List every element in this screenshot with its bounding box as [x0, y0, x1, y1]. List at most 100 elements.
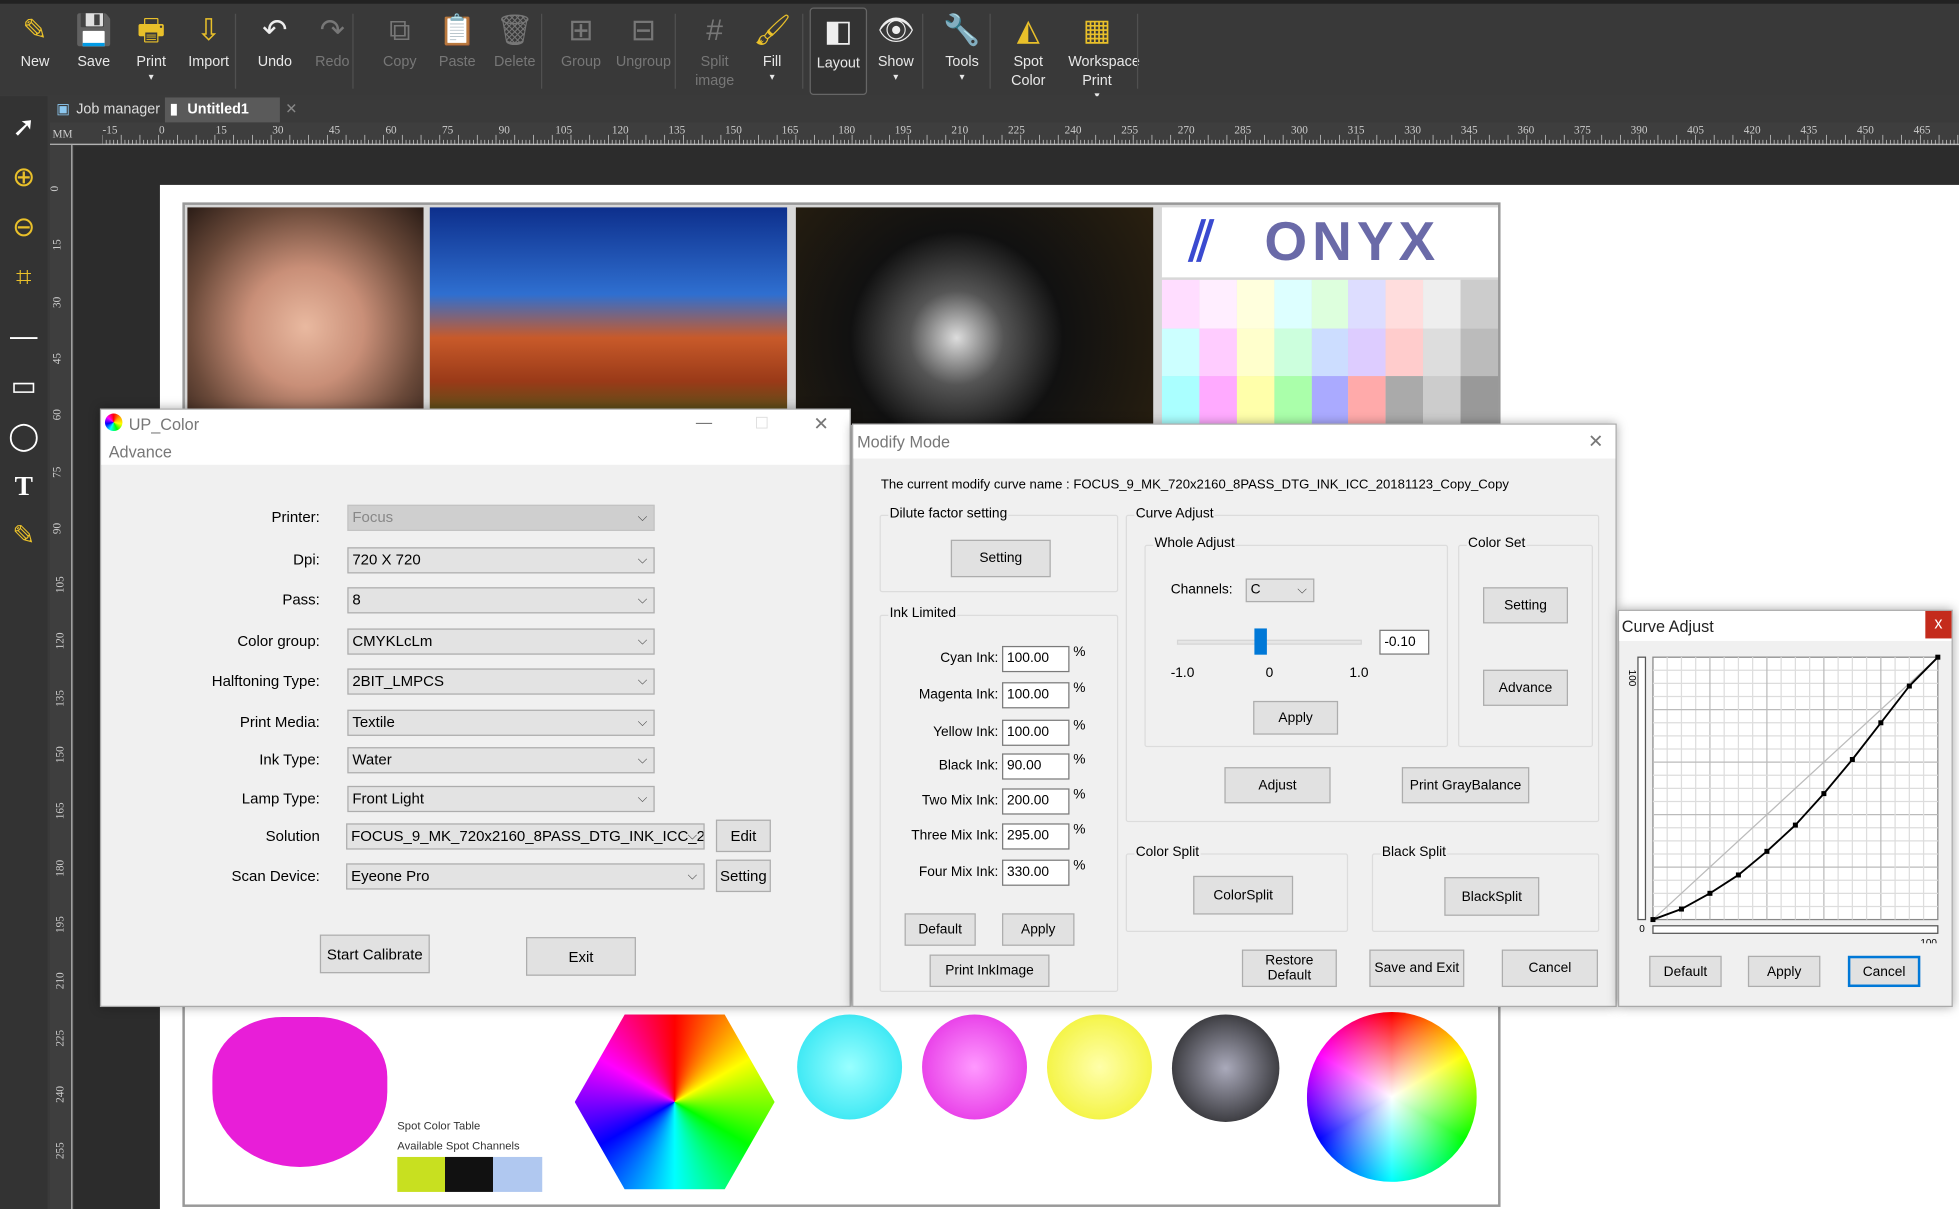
- close-icon[interactable]: ✕: [1588, 430, 1604, 452]
- toolbar-label: Delete: [493, 54, 536, 70]
- selected-value: FOCUS_9_MK_720x2160_8PASS_DTG_INK_ICC_2: [351, 827, 705, 845]
- tab-job-manager[interactable]: ▣ Job manager: [54, 97, 161, 122]
- selected-value: CMYKLcLm: [352, 632, 433, 650]
- colorgroup-select[interactable]: CMYKLcLm ⌵: [347, 628, 655, 655]
- colorsplit-button[interactable]: ColorSplit: [1193, 875, 1294, 915]
- chevron-down-icon: ⌵: [637, 753, 648, 768]
- chevron-down-icon: ⌵: [637, 674, 648, 689]
- select-move-tool-icon[interactable]: ➚: [5, 109, 42, 146]
- ink-apply-button[interactable]: Apply: [1002, 913, 1075, 946]
- toolbar-new-button[interactable]: ✎ New: [6, 7, 63, 94]
- print-inkimage-button[interactable]: Print InkImage: [929, 954, 1050, 988]
- ink-default-button[interactable]: Default: [904, 913, 976, 946]
- ruler-label: 240: [53, 1085, 66, 1103]
- close-tab-icon[interactable]: ✕: [285, 97, 297, 122]
- color-patch: [1348, 328, 1386, 377]
- dpi-select[interactable]: 720 X 720 ⌵: [347, 547, 655, 574]
- pencil-tool-icon[interactable]: ✎: [5, 517, 42, 554]
- curve-control-point: [1935, 654, 1941, 660]
- whole-apply-button[interactable]: Apply: [1253, 700, 1339, 735]
- cancel-button[interactable]: Cancel: [1501, 949, 1598, 988]
- tab-untitled1[interactable]: ▮ Untitled1 ✕: [164, 97, 297, 123]
- exit-button[interactable]: Exit: [525, 937, 636, 976]
- toolbar-label: Show: [877, 54, 914, 70]
- redo-icon: ↷: [319, 13, 345, 48]
- lamptype-select[interactable]: Front Light ⌵: [347, 785, 655, 813]
- color-set-group: Color Set Setting Advance: [1458, 535, 1593, 748]
- save-and-exit-button[interactable]: Save and Exit: [1369, 949, 1465, 988]
- curve-name-line: The current modify curve name : FOCUS_9_…: [880, 477, 1509, 493]
- undo-icon: ↶: [262, 13, 288, 48]
- scandevice-select[interactable]: Eyeone Pro ⌵: [346, 863, 705, 890]
- toolbar-label: Fill: [762, 54, 782, 70]
- up-color-titlebar: UP_Color — ☐ ✕ Advance: [101, 409, 850, 465]
- percent-unit: %: [1073, 858, 1086, 874]
- adjust-value-field[interactable]: -0.10: [1379, 629, 1430, 655]
- toolbar-fill-button[interactable]: 🖌 Fill ▾: [743, 7, 800, 94]
- printmedia-select[interactable]: Textile ⌵: [347, 709, 655, 736]
- text-tool-icon[interactable]: T: [5, 467, 42, 504]
- toolbar-import-button[interactable]: ⇩ Import: [180, 7, 237, 94]
- dilute-setting-button[interactable]: Setting: [950, 539, 1051, 578]
- blackink-field[interactable]: 90.00: [1002, 753, 1070, 780]
- close-icon[interactable]: ✕: [813, 412, 829, 435]
- toolbar-label: Undo: [257, 54, 293, 70]
- solution-select[interactable]: FOCUS_9_MK_720x2160_8PASS_DTG_INK_ICC_2 ⌵: [346, 823, 705, 850]
- zoom-out-icon[interactable]: ⊖: [5, 209, 42, 246]
- ink-label: Cyan Ink:: [940, 650, 999, 666]
- ellipse-tool-icon[interactable]: ◯: [5, 417, 42, 454]
- tool-palette: ➚ ⊕ ⊖ ⌗ — ▭ ◯ T ✎: [0, 96, 48, 1209]
- scan-device-setting-button[interactable]: Setting: [715, 859, 771, 893]
- main-toolbar: ✎ New 💾 Save 🖶 Print ▾ ⇩ Import ↶ Undo ↷ Redo ⧉ Copy 📋 P…: [0, 0, 1959, 101]
- toolbar-undo-button[interactable]: ↶ Undo: [246, 7, 303, 94]
- close-button[interactable]: x: [1925, 610, 1952, 639]
- cyanink-field[interactable]: 100.00: [1002, 645, 1070, 673]
- adjust-button[interactable]: Adjust: [1224, 767, 1331, 804]
- zoom-in-icon[interactable]: ⊕: [5, 159, 42, 196]
- curve-graph[interactable]: 100 0 100: [1619, 643, 1951, 943]
- restore-default-button[interactable]: Restore Default: [1241, 949, 1337, 988]
- ruler-label: 120: [53, 632, 66, 650]
- color-set-setting-button[interactable]: Setting: [1483, 587, 1568, 624]
- magentaink-field[interactable]: 100.00: [1002, 682, 1070, 709]
- halftoningtype-select[interactable]: 2BIT_LMPCS ⌵: [347, 668, 655, 695]
- toolbar-label: Save: [77, 54, 111, 70]
- line-tool-icon[interactable]: —: [5, 317, 42, 354]
- crop-icon[interactable]: ⌗: [5, 259, 42, 296]
- yellowink-field[interactable]: 100.00: [1002, 719, 1070, 746]
- print-graybalance-button[interactable]: Print GrayBalance: [1401, 767, 1530, 804]
- menu-advance[interactable]: Advance: [109, 442, 172, 461]
- color-patch: [1385, 279, 1424, 329]
- minimize-icon[interactable]: —: [696, 412, 712, 431]
- toolbar-layout-button[interactable]: ◧ Layout: [809, 7, 868, 95]
- adjust-slider-track[interactable]: [1176, 639, 1362, 645]
- curve-adjust-dialog: Curve Adjust x 100 0 100 Default Apply Can…: [1617, 609, 1953, 1008]
- selected-value: Textile: [352, 713, 395, 731]
- curve-apply-button[interactable]: Apply: [1747, 955, 1821, 988]
- rectangle-tool-icon[interactable]: ▭: [5, 367, 42, 404]
- toolbar-spot-color-button[interactable]: ◭ Spot Color: [1000, 7, 1057, 94]
- advance-button[interactable]: Advance: [1483, 669, 1568, 706]
- edit-solution-button[interactable]: Edit: [715, 819, 771, 853]
- twomixink-field[interactable]: 200.00: [1002, 788, 1070, 815]
- chevron-down-icon: ⌵: [637, 593, 648, 608]
- pass-select[interactable]: 8 ⌵: [347, 587, 655, 614]
- workspace-print-icon: ▦: [1082, 13, 1112, 48]
- inktype-select[interactable]: Water ⌵: [347, 747, 655, 774]
- color-hexagon: [574, 1014, 775, 1190]
- landscape-photo: [429, 207, 788, 425]
- curve-default-button[interactable]: Default: [1649, 955, 1722, 988]
- toolbar-workspace-print-button[interactable]: ▦Workspace Print▾: [1068, 7, 1140, 101]
- adjust-slider-thumb[interactable]: [1253, 628, 1267, 655]
- channels-select[interactable]: C ⌵: [1245, 578, 1315, 603]
- toolbar-tools-button[interactable]: 🔧 Tools ▾: [933, 7, 990, 94]
- toolbar-show-button[interactable]: 👁 Show ▾: [867, 7, 924, 94]
- curve-cancel-button[interactable]: Cancel: [1847, 955, 1921, 988]
- blacksplit-button[interactable]: BlackSplit: [1444, 877, 1540, 916]
- start-calibrate-button[interactable]: Start Calibrate: [319, 934, 430, 974]
- threemixink-field[interactable]: 295.00: [1002, 823, 1070, 850]
- toolbar-save-button[interactable]: 💾 Save: [65, 7, 122, 94]
- slider-mid-label: 0: [1265, 665, 1274, 681]
- toolbar-print-button[interactable]: 🖶 Print ▾: [122, 7, 179, 94]
- fourmixink-field[interactable]: 330.00: [1002, 859, 1070, 886]
